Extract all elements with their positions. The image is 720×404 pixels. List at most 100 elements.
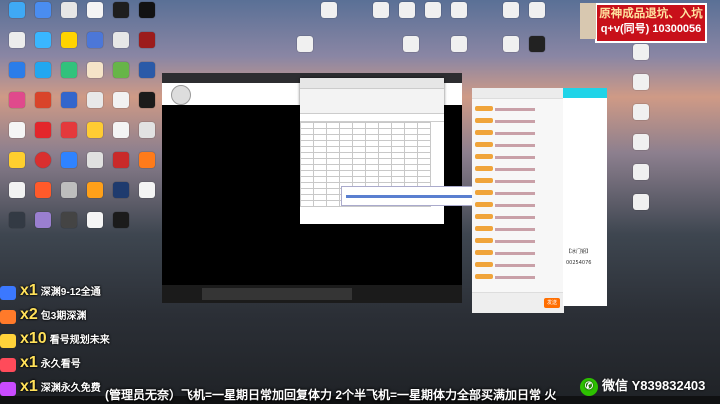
formula-bar[interactable] [300,114,444,122]
desktop-icon[interactable] [30,122,56,152]
spreadsheet-titlebar[interactable] [300,78,444,89]
ime-candidates[interactable] [346,195,486,198]
desktop-icon[interactable] [82,62,108,92]
desktop-icon[interactable] [108,212,134,242]
desktop-icon[interactable] [56,2,82,32]
overlay-item: x10 看号规划未来 [20,330,110,348]
ad-line-2: q+v(同号) 10300056 [600,23,702,35]
desktop-icon[interactable] [82,2,108,32]
desktop-icon[interactable] [4,92,30,122]
desktop-icon[interactable] [108,152,134,182]
desktop-icon[interactable] [56,212,82,242]
ad-banner: 原神成品退坑、入坑 q+v(同号) 10300056 [595,3,707,43]
overlay-item: x2 包3期深渊 [20,306,86,324]
overlay-count: x1 [20,282,38,299]
desktop-icon[interactable] [134,152,160,182]
desktop-icon[interactable] [628,134,654,164]
desktop-icon[interactable] [446,2,472,32]
desktop-icon[interactable] [30,152,56,182]
desktop-icon[interactable] [134,2,160,32]
wechat-id: Y839832403 [631,378,706,393]
overlay-item-icon [0,382,16,396]
desktop-icon[interactable] [498,36,524,66]
chat-message [475,176,535,183]
desktop-icon[interactable] [4,152,30,182]
desktop-icon[interactable] [108,62,134,92]
desktop-icon[interactable] [446,36,472,66]
desktop-icon[interactable] [30,92,56,122]
desktop-icon[interactable] [134,62,160,92]
side-panel[interactable]: 【冰门钥】 00254076 [563,88,607,306]
chat-message [475,236,535,243]
scrolling-ticker: (管理员无奈）飞机=一星期日常加回复体力 2个半飞机=一星期体力全部买满加日常 … [105,388,557,402]
desktop-icon[interactable] [56,92,82,122]
desktop-icon[interactable] [628,194,654,224]
desktop-icon[interactable] [108,182,134,212]
desktop-icon[interactable] [628,74,654,104]
chat-message [475,188,535,195]
desktop-icon[interactable] [4,32,30,62]
send-button[interactable]: 发送 [544,298,560,308]
overlay-count: x1 [20,354,38,371]
desktop-icon[interactable] [30,32,56,62]
side-panel-line: 【冰门钥】 [566,249,592,255]
desktop-icon[interactable] [4,2,30,32]
side-panel-header[interactable] [563,88,607,98]
desktop-icon[interactable] [394,2,420,32]
desktop-icon[interactable] [368,2,394,32]
stream-footer [162,285,462,303]
desktop-icon[interactable] [56,32,82,62]
desktop-icon[interactable] [498,2,524,32]
desktop-icon[interactable] [4,212,30,242]
desktop-icon[interactable] [108,2,134,32]
desktop-icon[interactable] [56,182,82,212]
desktop-icon[interactable] [82,32,108,62]
chat-input-area[interactable]: 发送 [472,292,564,313]
desktop-icon[interactable] [628,104,654,134]
desktop-icon[interactable] [420,2,446,32]
desktop-icon[interactable] [398,36,424,66]
desktop-icon[interactable] [82,122,108,152]
desktop-icon[interactable] [108,32,134,62]
desktop-icon[interactable] [30,212,56,242]
desktop-icon[interactable] [134,182,160,212]
overlay-item: x1 深渊9-12全通 [20,282,101,300]
desktop-icon[interactable] [108,122,134,152]
desktop-icon[interactable] [82,152,108,182]
streamer-avatar[interactable] [171,85,191,105]
desktop-icon[interactable] [30,62,56,92]
desktop-icon[interactable] [108,92,134,122]
desktop-icon[interactable] [134,32,160,62]
overlay-count: x10 [20,330,47,347]
spreadsheet-ribbon[interactable] [300,89,444,114]
gift-bar[interactable] [202,288,352,300]
chat-panel[interactable]: 发送 [472,88,564,313]
wechat-label: 微信 [602,378,629,393]
overlay-count: x1 [20,378,38,395]
desktop-icon[interactable] [82,182,108,212]
desktop-icon[interactable] [56,62,82,92]
overlay-text: 永久看号 [40,359,81,370]
overlay-item-icon [0,286,16,300]
desktop-icon[interactable] [4,62,30,92]
desktop-icon[interactable] [292,36,318,66]
desktop-icon[interactable] [134,122,160,152]
desktop-icon[interactable] [628,44,654,74]
desktop-icon[interactable] [524,2,550,32]
desktop-icon[interactable] [134,92,160,122]
desktop-icon[interactable] [30,182,56,212]
desktop-icon[interactable] [82,212,108,242]
desktop-icon[interactable] [56,152,82,182]
desktop-icon[interactable] [4,182,30,212]
chat-message [475,272,535,279]
desktop-icon[interactable] [628,164,654,194]
desktop-icon[interactable] [30,2,56,32]
ad-line-1: 原神成品退坑、入坑 [599,6,703,20]
desktop-icon[interactable] [82,92,108,122]
chat-header[interactable] [472,88,564,99]
overlay-text: 深渊永久免费 [40,383,101,394]
desktop-icon[interactable] [4,122,30,152]
desktop-icon[interactable] [524,36,550,66]
desktop-icon[interactable] [56,122,82,152]
desktop-icon[interactable] [316,2,342,32]
